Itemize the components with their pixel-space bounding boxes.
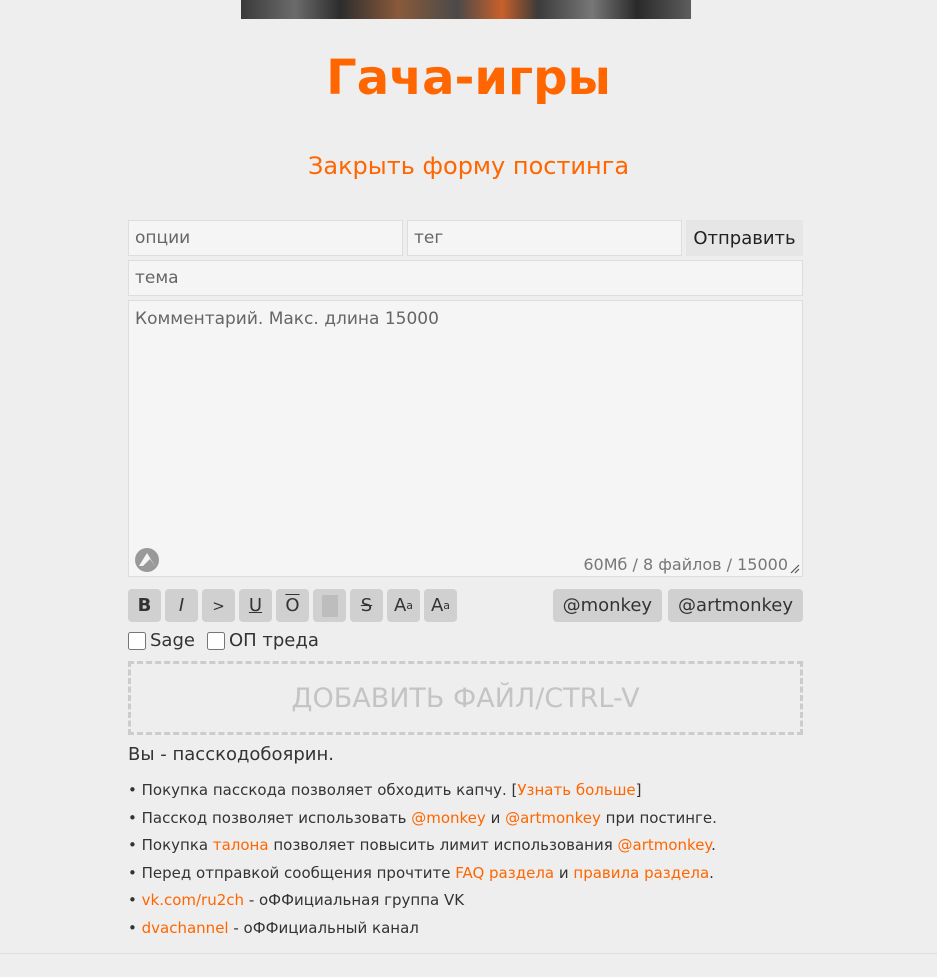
quote-button[interactable]: > (202, 589, 235, 622)
artmonkey-link-2[interactable]: @artmonkey (618, 836, 712, 854)
op-label: ОП треда (228, 630, 319, 651)
options-input[interactable] (128, 220, 403, 256)
learn-more-link[interactable]: Узнать больше (517, 781, 635, 799)
close-form-link[interactable]: Закрыть форму постинга (0, 152, 937, 180)
subject-input[interactable] (128, 260, 803, 296)
rules-link[interactable]: правила раздела (573, 864, 709, 882)
resize-handle-icon[interactable] (790, 564, 800, 574)
monkey-link[interactable]: @monkey (411, 809, 486, 827)
vk-link[interactable]: vk.com/ru2ch (142, 891, 244, 909)
comment-textarea[interactable] (129, 301, 802, 576)
board-banner (241, 0, 691, 19)
info-line: • Перед отправкой сообщения прочтите FAQ… (128, 863, 714, 882)
spoiler-icon (321, 594, 338, 617)
strike-button[interactable]: S (350, 589, 383, 622)
op-option[interactable]: ОП треда (206, 630, 319, 651)
passcode-status: Вы - пасскодобоярин. (128, 744, 334, 765)
comment-box: 60Мб / 8 файлов / 15000 (128, 300, 803, 577)
info-line: • vk.com/ru2ch - оФФициальная группа VK (128, 891, 465, 909)
form-top-row: Отправить (128, 220, 803, 256)
channel-link[interactable]: dvachannel (142, 919, 229, 937)
submit-button[interactable]: Отправить (686, 220, 803, 256)
underline-button[interactable]: U (239, 589, 272, 622)
op-checkbox[interactable] (206, 631, 225, 650)
info-line: • Пасскод позволяет использовать @monkey… (128, 808, 717, 827)
info-line: • dvachannel - оФФициальный канал (128, 918, 419, 937)
info-line: • Покупка пасскода позволяет обходить ка… (128, 781, 642, 799)
limits-counter: 60Мб / 8 файлов / 15000 (583, 555, 788, 574)
info-line: • Покупка талона позволяет повысить лими… (128, 836, 716, 854)
subscript-button[interactable]: Aa (424, 589, 457, 622)
footer-divider (0, 953, 937, 954)
board-title: Гача-игры (326, 50, 611, 106)
2ch-logo-icon (135, 548, 159, 572)
file-dropzone[interactable]: ДОБАВИТЬ ФАЙЛ/CTRL-V (128, 661, 803, 735)
markup-toolbar: B I > U O S Aa Aa @monkey @artmonkey (128, 589, 803, 622)
sage-checkbox[interactable] (128, 631, 146, 650)
info-list: • Покупка пасскода позволяет обходить ка… (128, 777, 803, 942)
artmonkey-button[interactable]: @artmonkey (668, 589, 803, 622)
tag-input[interactable] (407, 220, 682, 256)
artmonkey-link[interactable]: @artmonkey (505, 809, 601, 827)
faq-link[interactable]: FAQ раздела (455, 864, 554, 882)
sage-option[interactable]: Sage (128, 630, 195, 651)
format-buttons: B I > U O S Aa Aa (128, 589, 457, 622)
post-options: Sage ОП треда (128, 630, 803, 651)
sage-label: Sage (150, 630, 195, 651)
italic-button[interactable]: I (165, 589, 198, 622)
overline-button[interactable]: O (276, 589, 309, 622)
spoiler-button[interactable] (313, 589, 346, 622)
superscript-button[interactable]: Aa (387, 589, 420, 622)
bold-button[interactable]: B (128, 589, 161, 622)
monkey-button[interactable]: @monkey (552, 589, 663, 622)
monkey-buttons: @monkey @artmonkey (552, 589, 803, 622)
post-form: Отправить 60Мб / 8 файлов / 15000 B I > … (128, 220, 803, 942)
talon-link[interactable]: талона (213, 836, 269, 854)
